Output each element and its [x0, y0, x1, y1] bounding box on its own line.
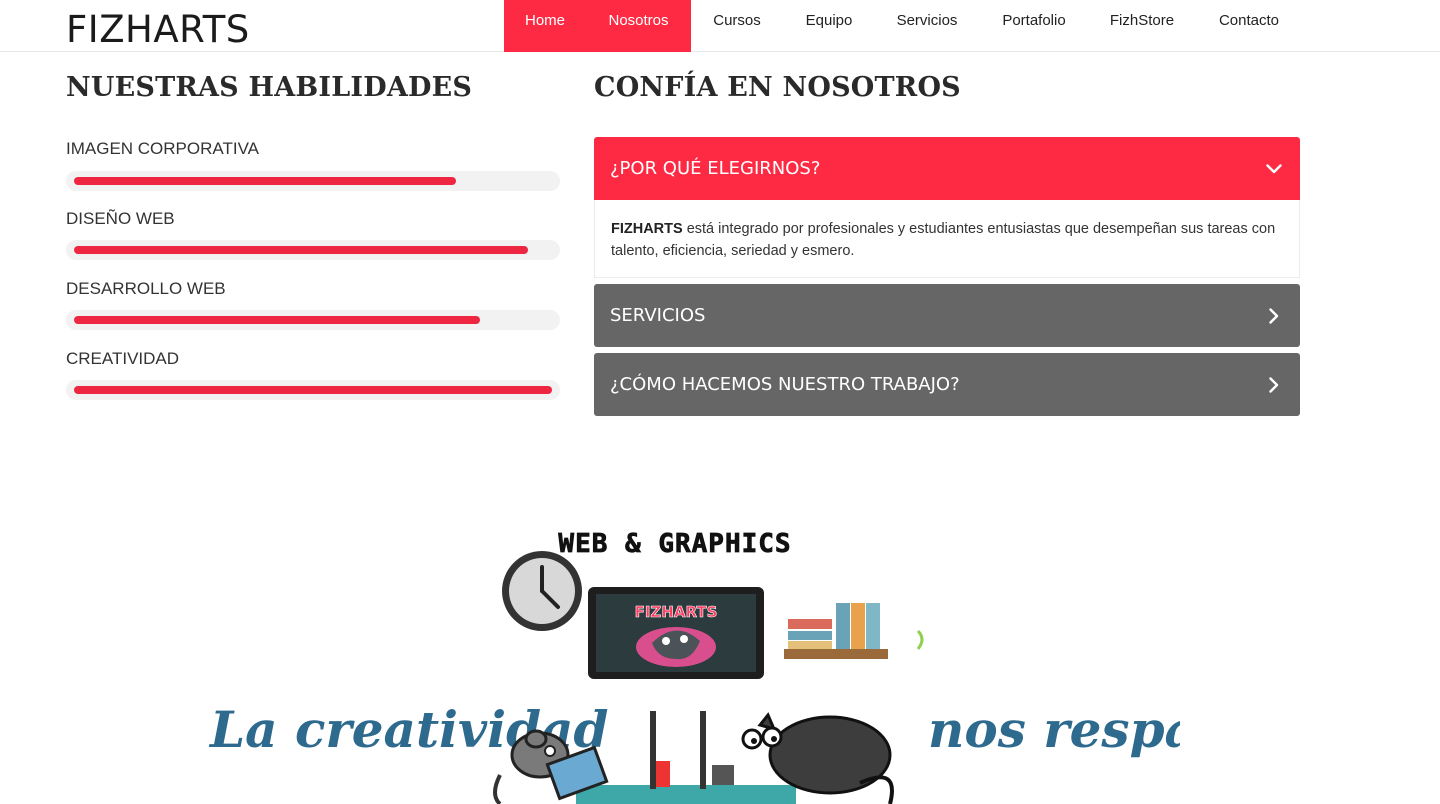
accordion-panel-how-we-work: ¿CÓMO HACEMOS NUESTRO TRABAJO?: [594, 353, 1300, 416]
skill-progress-fill: [74, 386, 552, 394]
site-logo[interactable]: FIZHARTS: [66, 8, 250, 51]
nav-item-servicios[interactable]: Servicios: [875, 0, 979, 52]
nav-item-nosotros[interactable]: Nosotros: [586, 0, 691, 52]
accordion-title: ¿CÓMO HACEMOS NUESTRO TRABAJO?: [610, 374, 960, 395]
accordion-header[interactable]: ¿POR QUÉ ELEGIRNOS?: [594, 137, 1300, 200]
sign-text: WEB & GRAPHICS: [558, 529, 791, 559]
creativity-banner: WEB & GRAPHICS FIZHARTS La creatividad n…: [200, 515, 1283, 804]
accordion-body-text: está integrado por profesionales y estud…: [611, 221, 1276, 259]
chevron-right-icon: [1264, 375, 1284, 395]
skill-label: DESARROLLO WEB: [66, 279, 226, 298]
nav-item-contacto[interactable]: Contacto: [1195, 0, 1303, 52]
chevron-right-icon: [1264, 306, 1284, 326]
skill-progress-fill: [74, 316, 480, 324]
chevron-down-icon: [1264, 159, 1284, 179]
accordion-title: SERVICIOS: [610, 305, 706, 326]
nav-item-cursos[interactable]: Cursos: [691, 0, 783, 52]
brand-name: FIZHARTS: [611, 221, 683, 237]
screen-logo: FIZHARTS: [635, 603, 718, 621]
site-header: FIZHARTS Home Nosotros Cursos Equipo Ser…: [0, 0, 1440, 52]
skill-label: CREATIVIDAD: [66, 349, 180, 368]
monitor-icon: FIZHARTS: [588, 587, 764, 679]
skill-label: DISEÑO WEB: [66, 209, 175, 228]
skill-progress-fill: [74, 177, 456, 185]
accordion-header[interactable]: SERVICIOS: [594, 284, 1300, 347]
bookshelf-icon: [784, 603, 888, 659]
nav-item-home[interactable]: Home: [504, 0, 586, 52]
slogan-right: nos respalda: [928, 700, 1180, 759]
trust-title: CONFÍA EN NOSOTROS: [594, 72, 961, 103]
accordion-panel-why-us: ¿POR QUÉ ELEGIRNOS? FIZHARTS está integr…: [594, 137, 1300, 278]
skill-progress-bar: [66, 240, 560, 260]
nav-item-fizhstore[interactable]: FizhStore: [1089, 0, 1195, 52]
skill-progress-fill: [74, 246, 528, 254]
nav-item-portafolio[interactable]: Portafolio: [979, 0, 1089, 52]
skill-progress-bar: [66, 310, 560, 330]
skill-progress-bar: [66, 171, 560, 191]
decorative-leaf-icon: [916, 629, 924, 650]
skill-label: IMAGEN CORPORATIVA: [66, 139, 260, 158]
clock-icon: [502, 551, 582, 631]
accordion-title: ¿POR QUÉ ELEGIRNOS?: [610, 158, 821, 179]
accordion-header[interactable]: ¿CÓMO HACEMOS NUESTRO TRABAJO?: [594, 353, 1300, 416]
accordion-body: FIZHARTS está integrado por profesionale…: [594, 200, 1300, 278]
skill-progress-bar: [66, 380, 560, 400]
main-nav: Home Nosotros Cursos Equipo Servicios Po…: [504, 0, 1303, 52]
web-graphics-sign: WEB & GRAPHICS: [558, 525, 791, 559]
skills-title: NUESTRAS HABILIDADES: [66, 72, 473, 103]
nav-item-equipo[interactable]: Equipo: [783, 0, 875, 52]
accordion-panel-services: SERVICIOS: [594, 284, 1300, 347]
